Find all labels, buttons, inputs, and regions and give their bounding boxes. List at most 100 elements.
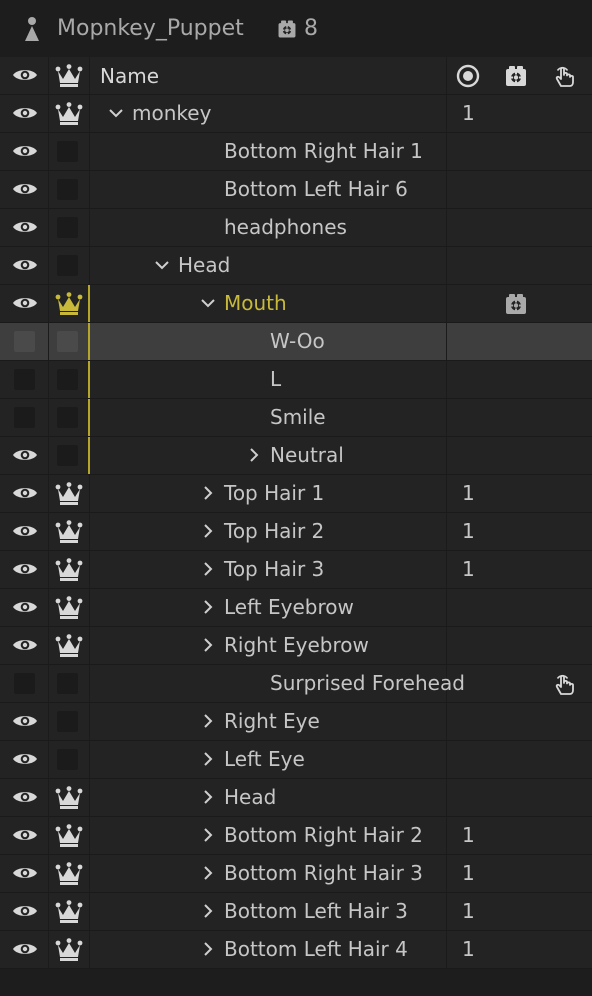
visibility-toggle[interactable] [0,893,49,930]
table-row[interactable]: Top Hair 3 1 [0,551,592,589]
target-icon[interactable] [455,63,481,89]
chevron-right-icon[interactable] [200,485,216,501]
layer-name-cell[interactable]: Bottom Left Hair 6 [90,171,447,208]
visibility-toggle[interactable] [0,323,49,360]
layer-name-cell[interactable]: Right Eyebrow [90,627,447,664]
visibility-toggle[interactable] [0,399,49,436]
table-row[interactable]: W-Oo [0,323,592,361]
visibility-toggle[interactable] [0,931,49,968]
layer-name-cell[interactable]: Top Hair 3 [90,551,447,588]
layer-name-cell[interactable]: Bottom Right Hair 2 [90,817,447,854]
table-row[interactable]: Head [0,779,592,817]
header-name[interactable]: Name [90,57,447,94]
visibility-toggle[interactable] [0,133,49,170]
table-row[interactable]: Bottom Right Hair 3 1 [0,855,592,893]
layer-name-cell[interactable]: Bottom Right Hair 1 [90,133,447,170]
chevron-right-icon[interactable] [200,599,216,615]
layer-name-cell[interactable]: headphones [90,209,447,246]
table-row[interactable]: Mouth [0,285,592,323]
layer-name-cell[interactable]: Bottom Right Hair 3 [90,855,447,892]
table-row[interactable]: Left Eye [0,741,592,779]
layer-name-cell[interactable]: W-Oo [90,323,447,360]
layer-name-cell[interactable]: Top Hair 2 [90,513,447,550]
table-row[interactable]: Bottom Right Hair 1 [0,133,592,171]
camera-gear-icon[interactable] [503,63,529,89]
layer-name-cell[interactable]: Bottom Left Hair 4 [90,931,447,968]
table-row[interactable]: L [0,361,592,399]
table-row[interactable]: Top Hair 2 1 [0,513,592,551]
solo-toggle[interactable] [49,513,90,550]
solo-toggle[interactable] [49,171,90,208]
visibility-toggle[interactable] [0,361,49,398]
solo-toggle[interactable] [49,855,90,892]
chevron-right-icon[interactable] [200,561,216,577]
layer-name-cell[interactable]: Head [90,247,447,284]
table-row[interactable]: Left Eyebrow [0,589,592,627]
chevron-down-icon[interactable] [154,257,170,273]
layer-name-cell[interactable]: Bottom Left Hair 3 [90,893,447,930]
solo-toggle[interactable] [49,209,90,246]
solo-toggle[interactable] [49,323,90,360]
solo-toggle[interactable] [49,741,90,778]
table-row[interactable]: headphones [0,209,592,247]
visibility-toggle[interactable] [0,817,49,854]
visibility-toggle[interactable] [0,551,49,588]
solo-toggle[interactable] [49,551,90,588]
table-row[interactable]: monkey 1 [0,95,592,133]
solo-toggle[interactable] [49,285,90,322]
solo-toggle[interactable] [49,95,90,132]
hand-touch-icon[interactable] [551,63,577,89]
visibility-toggle[interactable] [0,171,49,208]
layer-name-cell[interactable]: L [90,361,447,398]
chevron-right-icon[interactable] [200,637,216,653]
chevron-right-icon[interactable] [200,751,216,767]
table-row[interactable]: Head [0,247,592,285]
visibility-toggle[interactable] [0,855,49,892]
header-visibility[interactable] [0,57,49,94]
table-row[interactable]: Bottom Left Hair 6 [0,171,592,209]
solo-toggle[interactable] [49,247,90,284]
visibility-toggle[interactable] [0,95,49,132]
layer-name-cell[interactable]: Top Hair 1 [90,475,447,512]
chevron-right-icon[interactable] [200,789,216,805]
visibility-toggle[interactable] [0,247,49,284]
chevron-right-icon[interactable] [246,447,262,463]
layer-name-cell[interactable]: Mouth [90,285,447,322]
layer-name-cell[interactable]: Left Eyebrow [90,589,447,626]
layer-name-cell[interactable]: Right Eye [90,703,447,740]
table-row[interactable]: Smile [0,399,592,437]
solo-toggle[interactable] [49,475,90,512]
table-row[interactable]: Bottom Left Hair 3 1 [0,893,592,931]
chevron-right-icon[interactable] [200,865,216,881]
visibility-toggle[interactable] [0,665,49,702]
solo-toggle[interactable] [49,589,90,626]
layer-name-cell[interactable]: Surprised Forehead [90,665,465,702]
solo-toggle[interactable] [49,133,90,170]
solo-toggle[interactable] [49,817,90,854]
layer-name-cell[interactable]: Left Eye [90,741,447,778]
layer-name-cell[interactable]: monkey [90,95,447,132]
solo-toggle[interactable] [49,779,90,816]
table-row[interactable]: Right Eye [0,703,592,741]
visibility-toggle[interactable] [0,285,49,322]
visibility-toggle[interactable] [0,589,49,626]
solo-toggle[interactable] [49,893,90,930]
visibility-toggle[interactable] [0,513,49,550]
visibility-toggle[interactable] [0,741,49,778]
layer-name-cell[interactable]: Neutral [90,437,447,474]
visibility-toggle[interactable] [0,627,49,664]
visibility-toggle[interactable] [0,209,49,246]
solo-toggle[interactable] [49,703,90,740]
layer-name-cell[interactable]: Head [90,779,447,816]
table-row[interactable]: Bottom Right Hair 2 1 [0,817,592,855]
chevron-right-icon[interactable] [200,941,216,957]
table-row[interactable]: Surprised Forehead [0,665,592,703]
chevron-right-icon[interactable] [200,713,216,729]
header-solo[interactable] [49,57,90,94]
solo-toggle[interactable] [49,399,90,436]
visibility-toggle[interactable] [0,475,49,512]
chevron-down-icon[interactable] [200,295,216,311]
table-row[interactable]: Bottom Left Hair 4 1 [0,931,592,969]
solo-toggle[interactable] [49,665,90,702]
visibility-toggle[interactable] [0,437,49,474]
